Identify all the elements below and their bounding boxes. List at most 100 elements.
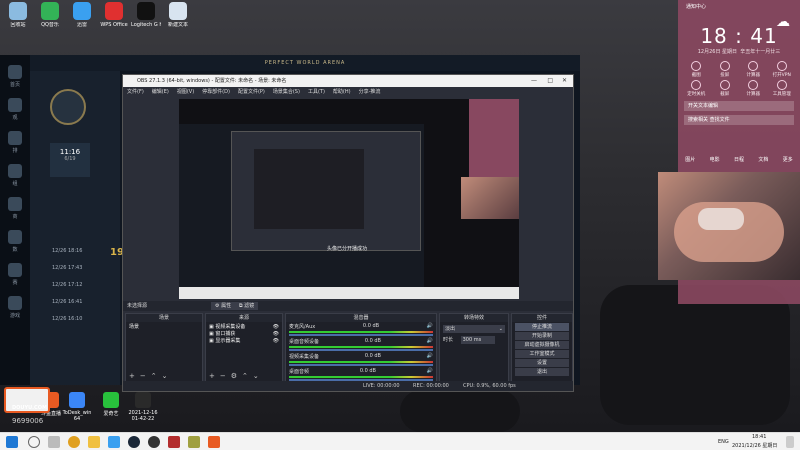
- quick-action[interactable]: 定时关机: [682, 80, 711, 97]
- desktop-shortcut[interactable]: 迅雷: [67, 2, 97, 28]
- game-nav-icon[interactable]: [8, 65, 22, 79]
- notif-search-hint-2[interactable]: 搜索相关 查找文件: [684, 115, 794, 125]
- speaker-icon[interactable]: 🔊: [427, 368, 433, 375]
- desktop-shortcut[interactable]: 回收站: [3, 2, 33, 28]
- match-history-row[interactable]: 12/26 18:16: [30, 243, 120, 260]
- game-nav-icon[interactable]: [8, 164, 22, 178]
- volume-slider[interactable]: [289, 364, 433, 366]
- logitech-icon: [137, 2, 155, 20]
- chrome-icon[interactable]: [68, 436, 80, 448]
- quick-action[interactable]: 打开VPN: [768, 61, 797, 78]
- weather-icon[interactable]: ☁: [776, 14, 790, 30]
- source-up-icon[interactable]: ⌃: [242, 372, 248, 380]
- maximize-icon[interactable]: □: [547, 75, 553, 87]
- visibility-icon[interactable]: 👁: [273, 338, 279, 345]
- match-history-row[interactable]: 12/26 17:43: [30, 260, 120, 277]
- obs-menu-item[interactable]: 工具(T): [308, 87, 325, 97]
- notif-tab[interactable]: 文档: [758, 156, 768, 163]
- control-button[interactable]: 退出: [515, 368, 569, 376]
- add-source-icon[interactable]: +: [209, 372, 215, 380]
- match-history-row[interactable]: 12/26 16:41: [30, 294, 120, 311]
- source-down-icon[interactable]: ⌄: [253, 372, 259, 380]
- obs-preview[interactable]: 头像已分开播成功: [179, 99, 519, 299]
- quick-action[interactable]: 投屏: [711, 61, 740, 78]
- filters-button[interactable]: ⧉ 滤镜: [235, 302, 259, 310]
- source-item[interactable]: ▣ 视频采集设备 👁: [209, 324, 279, 331]
- remove-source-icon[interactable]: −: [220, 372, 226, 380]
- match-history-row[interactable]: 12/26 16:10: [30, 311, 120, 328]
- tray-lang[interactable]: ENG: [718, 439, 729, 445]
- control-button[interactable]: 停止推流: [515, 323, 569, 331]
- control-button[interactable]: 设置: [515, 359, 569, 367]
- quick-action[interactable]: 计算器: [739, 80, 768, 97]
- csgo-icon[interactable]: [188, 436, 200, 448]
- notification-icon[interactable]: [786, 436, 794, 448]
- visibility-icon[interactable]: 👁: [273, 331, 279, 338]
- overlay-app-shortcut[interactable]: 2021-12-16 01-42-22: [128, 392, 158, 422]
- notif-tab[interactable]: 更多: [783, 156, 793, 163]
- quick-action[interactable]: 截屏: [711, 80, 740, 97]
- quick-action[interactable]: 工具管理: [768, 80, 797, 97]
- match-history-row[interactable]: 12/26 17:12: [30, 277, 120, 294]
- volume-slider[interactable]: [289, 349, 433, 351]
- start-windows-icon[interactable]: [6, 436, 18, 448]
- desktop-shortcut[interactable]: 新建文本: [163, 2, 193, 28]
- qq-icon[interactable]: [108, 436, 120, 448]
- file-explorer-icon[interactable]: [88, 436, 100, 448]
- scene-up-icon[interactable]: ⌃: [151, 372, 157, 380]
- control-button[interactable]: 启动虚拟摄像机: [515, 341, 569, 349]
- scene-item[interactable]: 场景: [129, 324, 199, 331]
- volume-slider[interactable]: [289, 334, 433, 336]
- task-view-icon[interactable]: [48, 436, 60, 448]
- notif-tab[interactable]: 电影: [710, 156, 720, 163]
- obs-menu-item[interactable]: 视图(V): [177, 87, 194, 97]
- game-nav-icon[interactable]: [8, 296, 22, 310]
- obs-menu-item[interactable]: 文件(F): [127, 87, 144, 97]
- visibility-icon[interactable]: 👁: [273, 324, 279, 331]
- source-settings-icon[interactable]: ⚙: [231, 372, 237, 380]
- source-item[interactable]: ▣ 显示器采集 👁: [209, 338, 279, 345]
- speaker-icon[interactable]: 🔊: [427, 323, 433, 330]
- steam-icon[interactable]: [128, 436, 140, 448]
- obs-titlebar[interactable]: OBS 27.1.3 (64-bit, windows) - 配置文件: 未命名…: [123, 75, 573, 87]
- game-nav-icon[interactable]: [8, 197, 22, 211]
- game-nav-icon[interactable]: [8, 98, 22, 112]
- douyu-taskbar-icon[interactable]: [208, 436, 220, 448]
- minimize-icon[interactable]: —: [531, 75, 537, 87]
- tray-date[interactable]: 2021/12/26 星期日: [732, 442, 777, 449]
- add-scene-icon[interactable]: +: [129, 372, 135, 380]
- control-button[interactable]: 开始录制: [515, 332, 569, 340]
- close-icon[interactable]: ✕: [562, 75, 567, 87]
- game-nav-icon[interactable]: [8, 230, 22, 244]
- transition-select[interactable]: 淡出 ⌄: [443, 325, 505, 333]
- notif-search-hint[interactable]: 开关文本编辑: [684, 101, 794, 111]
- quick-action[interactable]: 计算器: [739, 61, 768, 78]
- game-nav-icon[interactable]: [8, 131, 22, 145]
- speaker-icon[interactable]: 🔊: [427, 338, 433, 345]
- tray-time[interactable]: 18:41: [752, 434, 766, 440]
- desktop-shortcut[interactable]: QQ音乐: [35, 2, 65, 28]
- desktop-shortcut[interactable]: WPS Office: [99, 2, 129, 28]
- obs-menu-item[interactable]: 停靠部件(D): [202, 87, 230, 97]
- obs-menu-item[interactable]: 分享-推流: [359, 87, 381, 97]
- scene-down-icon[interactable]: ⌄: [162, 372, 168, 380]
- obs-menu-item[interactable]: 场景集合(S): [273, 87, 300, 97]
- notif-tab[interactable]: 图片: [685, 156, 695, 163]
- remove-scene-icon[interactable]: −: [140, 372, 146, 380]
- speaker-icon[interactable]: 🔊: [427, 353, 433, 360]
- notif-tab[interactable]: 日程: [734, 156, 744, 163]
- search-icon[interactable]: [28, 436, 40, 448]
- duration-input[interactable]: 300 ms: [460, 336, 495, 344]
- obs-menu-item[interactable]: 帮助(H): [333, 87, 351, 97]
- source-item[interactable]: ▣ 窗口捕获 👁: [209, 331, 279, 338]
- obs-menu-item[interactable]: 配置文件(P): [238, 87, 265, 97]
- game-nav-icon[interactable]: [8, 263, 22, 277]
- quick-action[interactable]: 截图: [682, 61, 711, 78]
- control-button[interactable]: 工作室模式: [515, 350, 569, 358]
- obs-menu-item[interactable]: 编辑(E): [152, 87, 169, 97]
- obs-window[interactable]: OBS 27.1.3 (64-bit, windows) - 配置文件: 未命名…: [122, 74, 574, 392]
- properties-button[interactable]: ⚙ 属性: [211, 302, 236, 310]
- desktop-shortcut[interactable]: Logitech G HUB: [131, 2, 161, 28]
- obs-taskbar-icon[interactable]: [148, 436, 160, 448]
- perfect-world-icon[interactable]: [168, 436, 180, 448]
